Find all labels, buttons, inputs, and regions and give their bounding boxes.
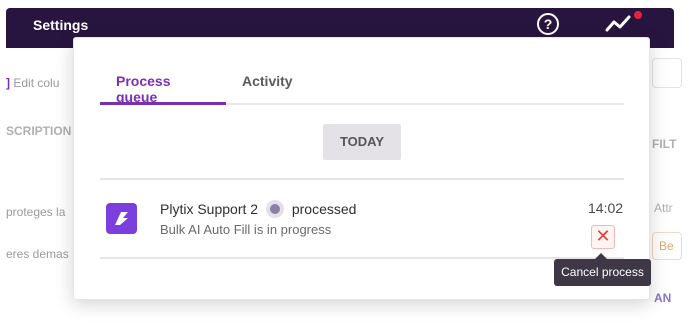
filter-column-header: FILT xyxy=(652,137,677,151)
cancel-process-button[interactable]: ✕ xyxy=(591,225,615,249)
process-item-title: Plytix Support 2 processed xyxy=(160,200,356,218)
cancel-process-tooltip: Cancel process xyxy=(554,259,651,286)
modal-tabs: Process queue Activity xyxy=(100,73,624,105)
notification-dot xyxy=(634,11,642,19)
process-description: Bulk AI Auto Fill is in progress xyxy=(160,222,332,237)
close-icon: ✕ xyxy=(595,226,611,246)
help-icon[interactable]: ? xyxy=(537,13,559,35)
process-action: processed xyxy=(291,201,357,217)
search-box[interactable] xyxy=(652,58,682,88)
description-column-header: SCRIPTION xyxy=(6,124,72,138)
divider xyxy=(100,178,624,180)
table-cell-description: proteges la xyxy=(6,205,66,219)
background-chip[interactable]: Be xyxy=(652,232,682,260)
divider xyxy=(100,257,624,259)
process-user: Plytix Support 2 xyxy=(160,201,259,217)
table-cell-description: eres demas xyxy=(6,247,69,261)
edit-columns-label: Edit colu xyxy=(13,76,60,90)
plytix-logo-icon xyxy=(106,203,137,234)
table-cell-tag: AN xyxy=(654,291,672,305)
attribute-cell: Attr xyxy=(654,201,673,215)
process-time: 14:02 xyxy=(588,200,624,216)
activity-icon[interactable] xyxy=(604,12,634,36)
edit-columns-link[interactable]: ] Edit colu xyxy=(6,76,59,90)
tab-process-queue[interactable]: Process queue xyxy=(100,73,226,105)
status-icon xyxy=(265,200,284,218)
page-title: Settings xyxy=(33,17,89,33)
tab-activity[interactable]: Activity xyxy=(242,73,293,105)
date-group-label: TODAY xyxy=(323,124,401,160)
